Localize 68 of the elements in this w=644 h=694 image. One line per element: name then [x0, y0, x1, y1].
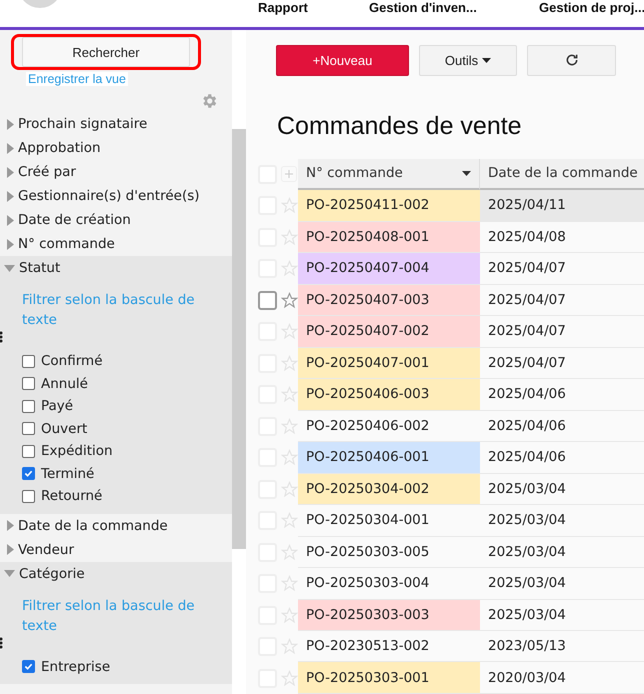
add-column-icon[interactable] — [281, 166, 297, 182]
table-cell: 2025/03/04 — [480, 600, 644, 631]
option-label: Confirmé — [41, 353, 103, 370]
checkbox[interactable] — [22, 354, 35, 368]
new-button[interactable]: +Nouveau — [276, 45, 409, 76]
drag-handle-icon[interactable] — [0, 330, 4, 344]
table-cell: PO-20250411-002 — [298, 190, 480, 222]
filter-header[interactable]: Statut — [0, 256, 232, 280]
checkbox[interactable] — [22, 467, 35, 480]
checkbox[interactable] — [22, 660, 35, 674]
caret-down-icon — [4, 570, 15, 577]
table-cell: PO-20250303-005 — [298, 536, 480, 568]
checkbox[interactable] — [22, 444, 35, 458]
caret-right-icon — [7, 214, 14, 226]
table-cell: PO-20250408-001 — [298, 222, 480, 254]
table-cell: 2025/03/04 — [480, 474, 644, 506]
column-header[interactable]: N° commande — [298, 158, 480, 190]
scrollbar-thumb[interactable] — [232, 129, 246, 549]
caret-down-icon — [4, 264, 15, 272]
table-cell: 2025/03/04 — [480, 536, 644, 568]
table-cell: PO-20250407-004 — [298, 253, 480, 285]
column-header[interactable]: Date de la commande — [480, 158, 644, 190]
table-cell: PO-20250406-001 — [298, 442, 480, 474]
caret-down-icon — [482, 58, 492, 63]
tools-button[interactable]: Outils — [419, 45, 517, 76]
option-label: Payé — [41, 398, 74, 414]
option-label: Retourné — [41, 488, 102, 504]
caret-right-icon — [7, 190, 14, 202]
refresh-icon — [564, 53, 578, 68]
nav-tab[interactable]: Gestion d'inven... — [369, 0, 477, 15]
caret-right-icon — [7, 520, 14, 531]
sort-caret-icon[interactable] — [462, 170, 471, 176]
table-cell: PO-20250407-001 — [298, 348, 480, 380]
caret-right-icon — [7, 142, 14, 154]
checkbox[interactable] — [22, 490, 35, 503]
page-title: Commandes de vente — [277, 112, 523, 142]
table-cell: PO-20250407-003 — [298, 284, 480, 316]
caret-right-icon — [7, 118, 14, 130]
table-cell: PO-20250406-002 — [298, 410, 480, 442]
search-button[interactable]: Rechercher — [22, 37, 190, 67]
option-label: Entreprise — [41, 658, 110, 675]
table-cell: PO-20250303-003 — [298, 600, 480, 631]
table-cell: PO-20250303-001 — [298, 662, 480, 694]
checkbox[interactable] — [22, 422, 35, 436]
filter-header[interactable]: Catégorie — [0, 562, 232, 586]
refresh-button[interactable] — [527, 45, 616, 76]
table-cell: 2025/04/06 — [480, 410, 644, 442]
table-cell: 2025/04/07 — [480, 284, 644, 316]
nav-tab[interactable]: Gestion de proj... — [539, 0, 644, 15]
caret-right-icon — [7, 544, 14, 555]
checkbox[interactable] — [22, 377, 35, 390]
option-label: Terminé — [41, 466, 94, 482]
table-cell: 2025/04/08 — [480, 222, 644, 254]
caret-right-icon — [7, 166, 14, 178]
drag-handle-icon[interactable] — [0, 636, 4, 650]
table-cell: 2025/04/07 — [480, 348, 644, 380]
row-checkbox[interactable] — [258, 290, 277, 310]
checkbox[interactable] — [22, 400, 35, 413]
table-cell: 2025/04/11 — [480, 190, 644, 222]
table-cell: PO-20250304-002 — [298, 474, 480, 506]
caret-right-icon — [7, 238, 14, 250]
table-cell: PO-20250406-003 — [298, 379, 480, 411]
option-label: Annulé — [41, 376, 88, 392]
star-icon[interactable] — [281, 292, 298, 309]
option-label: Expédition — [41, 443, 113, 460]
option-label: Ouvert — [41, 420, 88, 437]
nav-tab[interactable]: Rapport — [258, 0, 308, 15]
table-cell: PO-20250407-002 — [298, 316, 480, 348]
